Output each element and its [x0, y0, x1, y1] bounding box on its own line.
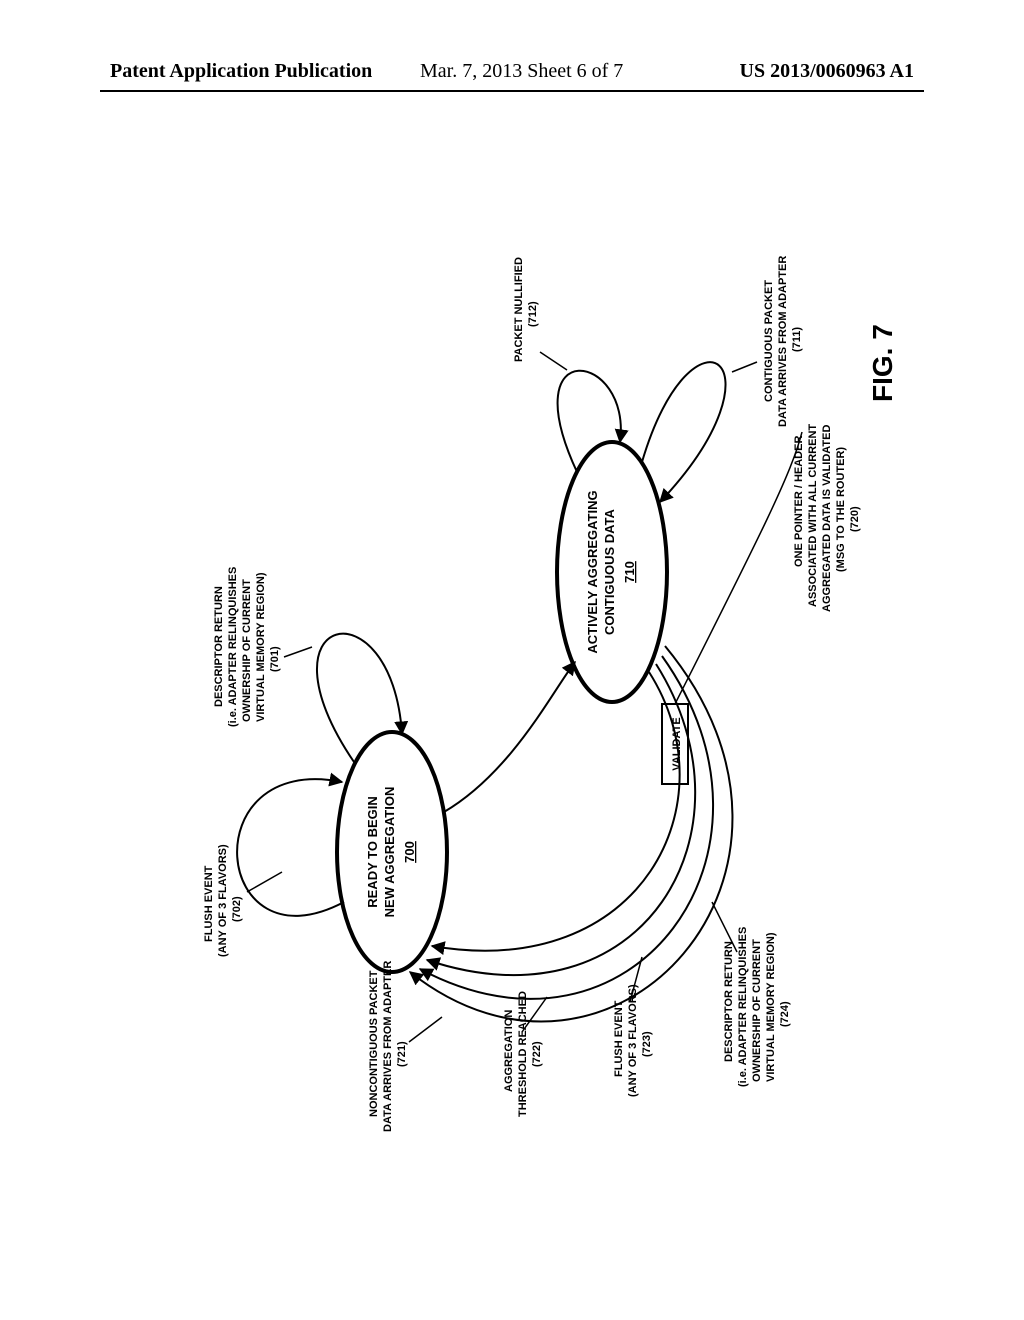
label-722-l2: THRESHOLD REACHED: [517, 991, 529, 1117]
label-712-l1: PACKET NULLIFIED: [513, 257, 525, 362]
state-700-line1: READY TO BEGIN: [365, 796, 380, 907]
label-720-l4: (MSG TO THE ROUTER): [835, 447, 847, 572]
label-723-l2: (ANY OF 3 FLAVORS): [627, 984, 639, 1097]
state-diagram: READY TO BEGIN NEW AGGREGATION 700 ACTIV…: [0, 0, 1024, 1320]
label-701-l2: (i.e. ADAPTER RELINQUISHES: [227, 567, 239, 727]
label-720-l3: AGGREGATED DATA IS VALIDATED: [821, 425, 833, 612]
label-720-l2: ASSOCIATED WITH ALL CURRENT: [807, 424, 819, 607]
label-701-ref: (701): [269, 646, 281, 672]
arc-721: [410, 646, 732, 1021]
leader-720: [675, 432, 802, 704]
label-701-l4: VIRTUAL MEMORY REGION): [255, 572, 267, 722]
state-700-num: 700: [402, 841, 417, 863]
label-711-l1: CONTIGUOUS PACKET: [763, 280, 775, 402]
label-721-l2: DATA ARRIVES FROM ADAPTER: [382, 961, 394, 1132]
label-702-l2: (ANY OF 3 FLAVORS): [217, 844, 229, 957]
label-701-l1: DESCRIPTOR RETURN: [213, 586, 225, 707]
state-710-num: 710: [622, 561, 637, 583]
label-720-l1: ONE POINTER / HEADER: [793, 436, 805, 567]
label-712-ref: (712): [527, 301, 539, 327]
arc-701: [317, 634, 402, 762]
label-724-l2: (i.e. ADAPTER RELINQUISHES: [737, 927, 749, 1087]
arc-722: [420, 656, 713, 999]
leader-711: [732, 362, 757, 372]
label-702-l1: FLUSH EVENT: [203, 865, 215, 942]
arc-711: [642, 362, 726, 502]
label-723-ref: (723): [641, 1031, 653, 1057]
label-724-l4: VIRTUAL MEMORY REGION): [765, 932, 777, 1082]
state-710-line1: ACTIVELY AGGREGATING: [585, 490, 600, 653]
label-721-l1: NONCONTIGUOUS PACKET: [368, 970, 380, 1117]
label-724-l3: OWNERSHIP OF CURRENT: [751, 939, 763, 1082]
state-710-line2: CONTIGUOUS DATA: [602, 508, 617, 635]
arc-723: [427, 664, 695, 975]
figure-label: FIG. 7: [867, 324, 898, 402]
label-701-l3: OWNERSHIP OF CURRENT: [241, 579, 253, 722]
label-722-l1: AGGREGATION: [503, 1010, 515, 1092]
leader-701: [284, 647, 312, 657]
label-722-ref: (722): [531, 1041, 543, 1067]
arc-702: [237, 779, 344, 916]
leader-721: [409, 1017, 442, 1042]
label-724-l1: DESCRIPTOR RETURN: [723, 941, 735, 1062]
label-711-l2: DATA ARRIVES FROM ADAPTER: [777, 256, 789, 427]
label-721-ref: (721): [396, 1041, 408, 1067]
label-723-l1: FLUSH EVENT: [613, 1000, 625, 1077]
arc-712: [558, 371, 621, 472]
leader-702: [247, 872, 282, 892]
label-720-ref: (720): [849, 506, 861, 532]
arc-700-to-710: [444, 662, 575, 812]
arc-724: [432, 672, 680, 951]
state-700-line2: NEW AGGREGATION: [382, 787, 397, 918]
leader-712: [540, 352, 567, 370]
label-724-ref: (724): [779, 1001, 791, 1027]
label-711-ref: (711): [791, 327, 803, 352]
label-702-ref: (702): [231, 896, 243, 922]
